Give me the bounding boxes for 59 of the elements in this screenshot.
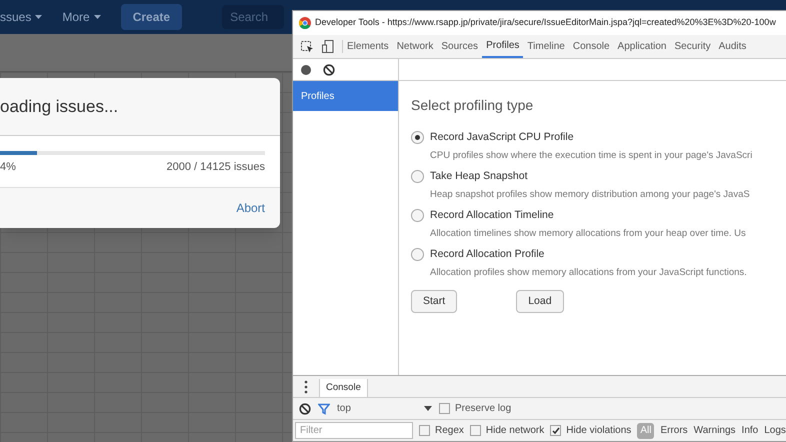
nav-menu[interactable]: More <box>62 8 101 26</box>
nav-menu[interactable]: ssues <box>0 8 42 26</box>
profile-button[interactable]: Load <box>516 290 564 313</box>
checkbox[interactable] <box>439 403 450 414</box>
caret-icon <box>35 15 42 19</box>
caret-icon <box>94 15 101 19</box>
radio-button[interactable] <box>411 170 424 184</box>
option-label: Record Allocation Profile <box>430 247 544 262</box>
radio-button[interactable] <box>411 131 424 144</box>
devtools-tab[interactable]: Profiles <box>482 35 524 58</box>
clear-icon[interactable] <box>299 402 311 414</box>
devtools-tab[interactable]: Elements <box>343 35 393 58</box>
option-description: Allocation profiles show memory allocations from your JavaScript functions. <box>429 266 748 280</box>
browser-logo-icon <box>299 17 311 29</box>
checkbox-label: Regex <box>435 424 464 438</box>
dialog-title: oading issues... <box>0 96 118 118</box>
progress-count: 2000 / 14125 issues <box>166 160 265 175</box>
option-description: Allocation timelines show memory allocations from your heap over time. Us <box>429 226 747 241</box>
option-label: Take Heap Snapshot <box>430 169 528 184</box>
dropdown-arrow-icon <box>424 406 432 411</box>
search-field[interactable]: Search <box>222 5 284 29</box>
devtools-tab[interactable]: Sources <box>437 35 482 58</box>
checkbox[interactable] <box>470 425 481 436</box>
devtools-tab[interactable]: Timeline <box>523 35 569 58</box>
drawer-tab[interactable]: Console <box>319 379 368 397</box>
devtools-tab[interactable]: Network <box>392 35 438 58</box>
profile-button[interactable]: Start <box>411 290 458 313</box>
checkbox[interactable] <box>419 425 430 436</box>
level-filter[interactable]: Logs <box>764 423 786 438</box>
device-icon[interactable] <box>322 40 334 53</box>
level-filter[interactable]: Info <box>742 423 758 438</box>
option-description: Heap snapshot profiles show memory distribution among your page's JavaS <box>429 188 751 202</box>
create-button[interactable]: Create <box>120 4 182 30</box>
filter-field[interactable]: Filter <box>295 422 413 439</box>
inspect-icon[interactable] <box>301 40 314 52</box>
devtools-tab[interactable]: Console <box>568 35 614 58</box>
radio-button[interactable] <box>411 248 424 262</box>
checkbox[interactable] <box>550 425 562 436</box>
level-filter[interactable]: Errors <box>660 423 688 438</box>
devtools-tab[interactable]: Audits <box>714 35 750 58</box>
progress-percent: 4% <box>0 160 16 175</box>
option-label: Record JavaScript CPU Profile <box>430 130 574 145</box>
checkbox-label: Hide violations <box>566 424 632 438</box>
level-filter[interactable]: Warnings <box>694 423 736 438</box>
option-label: Record Allocation Timeline <box>430 208 554 223</box>
panel-heading: Select profiling type <box>411 96 534 115</box>
sidebar-item[interactable]: Profiles <box>293 81 398 111</box>
checkbox-label: Preserve log <box>455 402 512 416</box>
radio-button[interactable] <box>411 209 424 222</box>
abort-link[interactable]: Abort <box>236 199 265 217</box>
checkbox-label: Hide network <box>486 424 544 438</box>
devtools-tab[interactable]: Security <box>670 35 715 58</box>
filter-icon[interactable] <box>318 402 330 414</box>
clear-icon[interactable] <box>323 64 335 76</box>
devtools-tab[interactable]: Application <box>614 35 670 58</box>
context-select[interactable]: top <box>337 401 432 416</box>
option-description: CPU profiles show where the execution time is spent in your page's JavaScri <box>429 148 754 163</box>
window-title: Developer Tools - https://www.rsapp.jp/private/jira/secure/IssueEditorMain.jspa?jql=created%20%3E%3D%20-100w <box>315 16 776 30</box>
record-icon[interactable] <box>301 64 311 74</box>
